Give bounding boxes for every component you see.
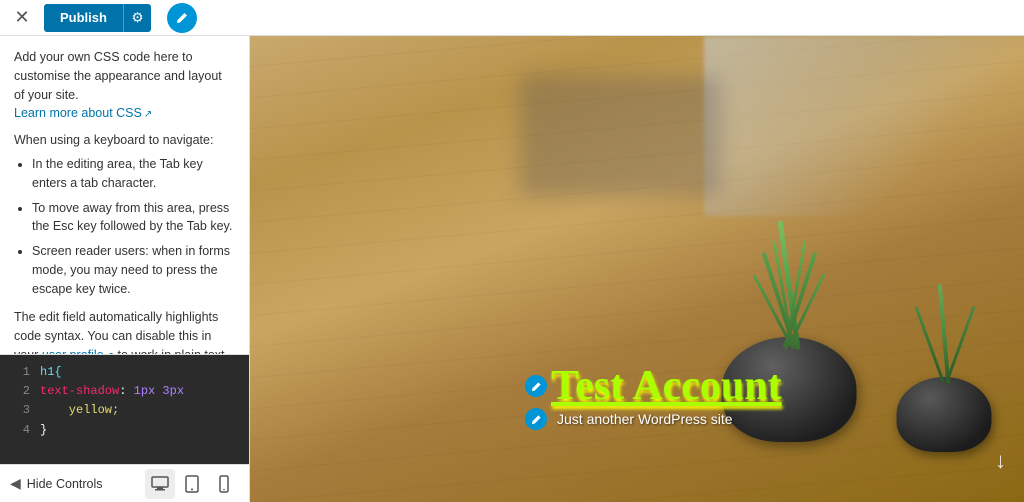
scroll-down-indicator: ↓	[995, 448, 1006, 474]
pencil-icon-top	[175, 11, 189, 25]
left-panel-scroll[interactable]: Add your own CSS code here to customise …	[0, 36, 249, 354]
gear-icon: ⚙	[131, 10, 143, 26]
mobile-view-button[interactable]	[209, 469, 239, 499]
main-content: Add your own CSS code here to customise …	[0, 36, 1024, 502]
site-title-section: Test Account	[525, 365, 782, 407]
device-icons	[145, 469, 239, 499]
furniture-blur-1	[520, 76, 720, 196]
right-plant-foliage	[904, 264, 984, 384]
right-plant	[884, 262, 1004, 452]
learn-more-css-link[interactable]: Learn more about CSS	[14, 106, 152, 120]
settings-button[interactable]: ⚙	[123, 4, 151, 32]
right-plant-pot	[897, 377, 992, 452]
bottom-bar: ◀ Hide Controls	[0, 464, 249, 502]
keyboard-heading: When using a keyboard to navigate:	[14, 133, 235, 147]
site-title-row: Test Account	[525, 365, 782, 407]
code-line-4: 4 }	[10, 421, 239, 440]
pencil-icon-tagline	[531, 414, 542, 425]
hide-controls-button[interactable]: ◀ Hide Controls	[10, 475, 103, 492]
keyboard-tip-2: To move away from this area, press the E…	[32, 199, 235, 237]
hide-controls-label: Hide Controls	[27, 477, 103, 491]
keyboard-tip-1: In the editing area, the Tab key enters …	[32, 155, 235, 193]
edit-field-text: The edit field automatically highlights …	[14, 308, 235, 354]
desktop-view-button[interactable]	[145, 469, 175, 499]
publish-group: Publish ⚙	[44, 4, 151, 32]
top-bar: ✕ Publish ⚙	[0, 0, 1024, 36]
close-icon: ✕	[14, 7, 29, 28]
code-line-3: 3 yellow;	[10, 401, 239, 420]
main-plant	[709, 222, 869, 442]
close-button[interactable]: ✕	[8, 4, 36, 32]
css-code-editor[interactable]: 1 h1{ 2 text-shadow: 1px 3px 3 yellow; 4…	[0, 354, 249, 464]
keyboard-tips-list: In the editing area, the Tab key enters …	[14, 155, 235, 298]
arrow-left-icon: ◀	[10, 475, 21, 492]
info-text-css: Add your own CSS code here to customise …	[14, 48, 235, 123]
edit-title-button[interactable]	[525, 375, 547, 397]
tablet-view-button[interactable]	[177, 469, 207, 499]
mobile-icon	[219, 475, 229, 493]
site-title: Test Account	[551, 365, 782, 407]
code-line-1: 1 h1{	[10, 363, 239, 382]
edit-tagline-button[interactable]	[525, 408, 547, 430]
right-spike-3	[945, 306, 975, 382]
keyboard-tip-3: Screen reader users: when in forms mode,…	[32, 242, 235, 298]
preview-area: Test Account Just another WordPress site…	[250, 36, 1024, 502]
tablet-icon	[185, 475, 199, 493]
code-line-2: 2 text-shadow: 1px 3px	[10, 382, 239, 401]
pencil-icon-title	[531, 381, 542, 392]
site-tagline: Just another WordPress site	[557, 411, 733, 427]
plant-spikes-container	[759, 220, 819, 350]
left-panel: Add your own CSS code here to customise …	[0, 36, 250, 502]
edit-pencil-button-top[interactable]	[167, 3, 197, 33]
publish-button[interactable]: Publish	[44, 4, 123, 32]
site-tagline-section: Just another WordPress site	[525, 408, 733, 430]
user-profile-link[interactable]: user profile	[42, 348, 114, 354]
desktop-icon	[151, 476, 169, 492]
left-panel-content: Add your own CSS code here to customise …	[0, 36, 249, 354]
window-blur-overlay	[704, 36, 1024, 216]
